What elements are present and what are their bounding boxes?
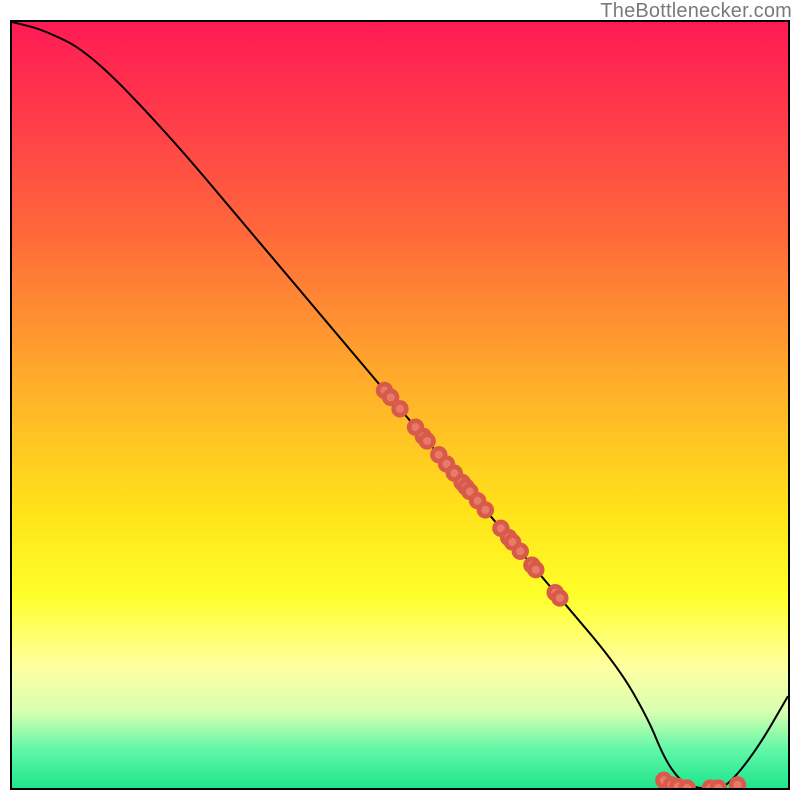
scatter-dot xyxy=(421,435,434,448)
scatter-dot xyxy=(731,779,744,788)
chart-overlay xyxy=(12,22,788,788)
scatter-dot xyxy=(394,402,407,415)
scatter-dot xyxy=(553,592,566,605)
scatter-dot xyxy=(479,504,492,517)
scatter-dot xyxy=(681,782,694,788)
scatter-dot xyxy=(529,563,542,576)
scatter-dot xyxy=(514,545,527,558)
scatter-dot xyxy=(712,782,725,788)
scatter-markers xyxy=(378,384,744,788)
chart-frame xyxy=(10,20,790,790)
